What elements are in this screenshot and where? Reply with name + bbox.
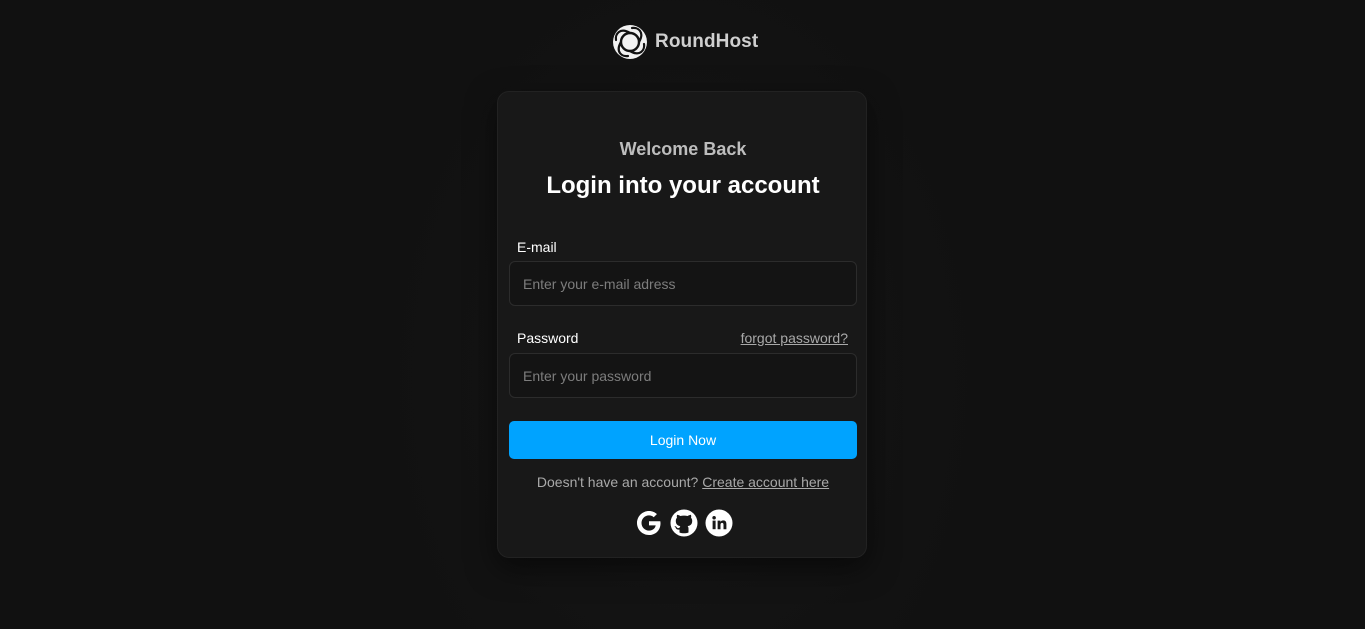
- social-login-row: [634, 508, 734, 538]
- brand[interactable]: RoundHost: [612, 24, 758, 60]
- email-field[interactable]: [509, 261, 857, 306]
- create-account-link[interactable]: Create account here: [702, 474, 829, 490]
- signup-prompt: Doesn't have an account?: [536, 474, 699, 490]
- google-icon[interactable]: [634, 508, 664, 538]
- login-button[interactable]: Login Now: [509, 421, 857, 459]
- swirl-logo-icon: [613, 25, 647, 59]
- password-label: Password: [517, 330, 579, 346]
- brand-name: RoundHost: [655, 31, 759, 52]
- linkedin-icon[interactable]: [704, 508, 734, 538]
- email-label: E-mail: [517, 239, 557, 255]
- forgot-password-link[interactable]: forgot password?: [741, 330, 848, 346]
- login-page: RoundHost Welcome Back Login into your a…: [0, 0, 1365, 629]
- welcome-text: Welcome Back: [619, 139, 747, 159]
- signup-row: Doesn't have an account? Create account …: [498, 474, 868, 490]
- password-field[interactable]: [509, 353, 857, 398]
- page-title: Login into your account: [546, 172, 820, 199]
- login-card: Welcome Back Login into your account E-m…: [497, 91, 867, 558]
- github-icon[interactable]: [669, 508, 699, 538]
